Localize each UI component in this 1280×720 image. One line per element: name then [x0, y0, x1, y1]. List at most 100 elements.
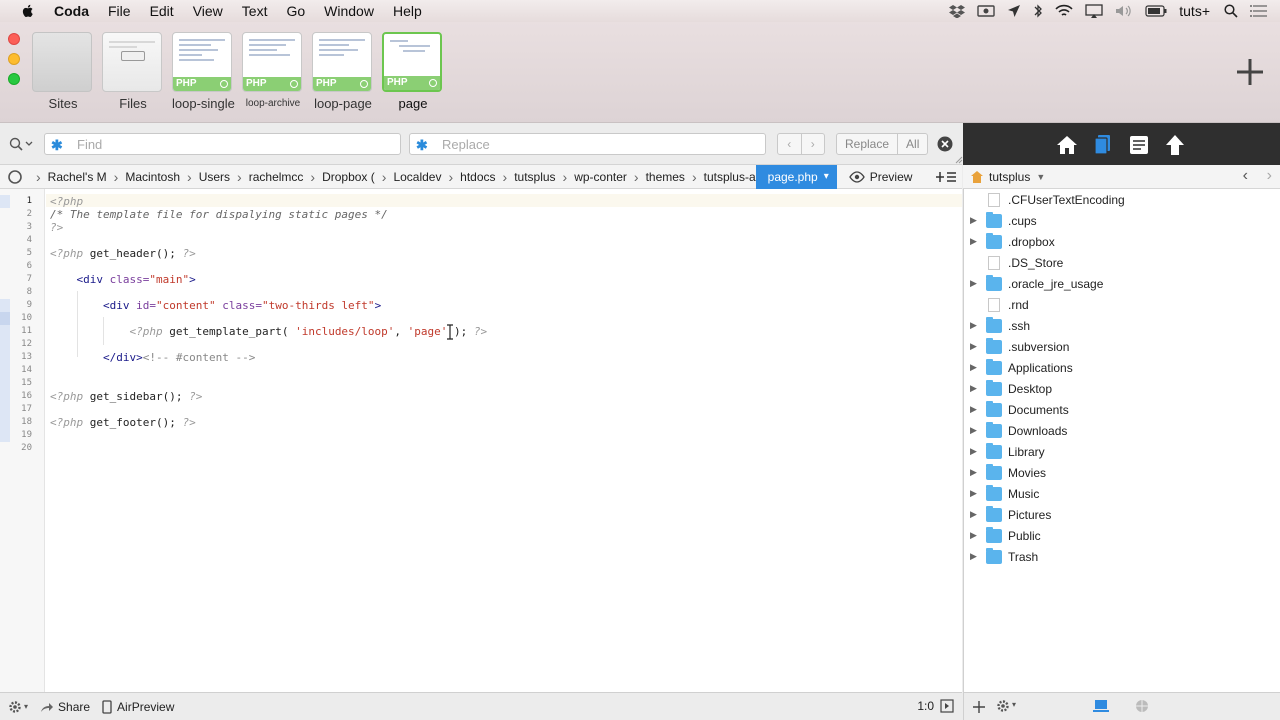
folder-dropdown-icon[interactable]: ▼	[1036, 172, 1045, 182]
tab-sites[interactable]: Sites	[32, 32, 94, 111]
replace-button[interactable]: Replace	[837, 134, 899, 154]
notification-center-icon[interactable]	[1250, 4, 1268, 18]
file-row[interactable]: .CFUserTextEncoding	[964, 189, 1280, 210]
replace-field[interactable]: ✱ Replace	[409, 133, 766, 155]
search-options-icon[interactable]	[9, 137, 35, 151]
folder-row[interactable]: ▶ Documents	[964, 399, 1280, 420]
add-tab-button[interactable]	[1234, 56, 1266, 88]
menu-help[interactable]: Help	[393, 3, 422, 19]
current-folder-label[interactable]: tutsplus	[989, 170, 1030, 184]
breadcrumb-item[interactable]: › tutsplus	[496, 169, 556, 185]
goto-line-icon[interactable]	[940, 699, 954, 713]
folder-row[interactable]: ▶ Movies	[964, 462, 1280, 483]
breadcrumb-item[interactable]: › Localdev	[375, 169, 442, 185]
breadcrumb-item[interactable]: › Users	[180, 169, 230, 185]
menu-window[interactable]: Window	[324, 3, 374, 19]
folder-row[interactable]: ▶ Pictures	[964, 504, 1280, 525]
breadcrumb-item[interactable]: › tutsplus-a	[685, 169, 756, 185]
window-zoom-button[interactable]	[8, 73, 20, 85]
user-name[interactable]: tuts+	[1179, 3, 1210, 19]
window-close-button[interactable]	[8, 33, 20, 45]
publish-icon[interactable]	[1163, 133, 1187, 157]
disclosure-triangle-icon[interactable]: ▶	[970, 320, 980, 331]
replace-all-button[interactable]: All	[898, 134, 927, 154]
breadcrumb-item[interactable]: › themes	[627, 169, 685, 185]
folder-row[interactable]: ▶ .ssh	[964, 315, 1280, 336]
disclosure-triangle-icon[interactable]: ▶	[970, 530, 980, 541]
gear-icon[interactable]	[996, 699, 1010, 713]
folder-row[interactable]: ▶ .dropbox	[964, 231, 1280, 252]
window-minimize-button[interactable]	[8, 53, 20, 65]
tab-page[interactable]: PHP page	[382, 32, 444, 111]
folder-row[interactable]: ▶ Library	[964, 441, 1280, 462]
file-row[interactable]: .DS_Store	[964, 252, 1280, 273]
menu-edit[interactable]: Edit	[150, 3, 174, 19]
screen-recording-icon[interactable]	[977, 4, 995, 18]
file-row[interactable]: .rnd	[964, 294, 1280, 315]
folder-row[interactable]: ▶ .subversion	[964, 336, 1280, 357]
find-field[interactable]: ✱ Find	[44, 133, 401, 155]
wifi-icon[interactable]	[1055, 4, 1073, 18]
preview-button[interactable]: Preview	[848, 170, 912, 184]
tab-files[interactable]: Files	[102, 32, 164, 111]
code-editor[interactable]: 1 2 3 4 5 6 7 8 9 10 11 12 13 14 15 16 1…	[0, 189, 962, 692]
forward-button[interactable]: ›	[1267, 167, 1272, 185]
tab-loop-page[interactable]: PHP loop-page	[312, 32, 374, 111]
tab-loop-archive[interactable]: PHP loop-archive	[242, 32, 304, 109]
clips-icon[interactable]	[1127, 133, 1151, 157]
disclosure-triangle-icon[interactable]: ▶	[970, 341, 980, 352]
breadcrumb-item[interactable]: › wp-conter	[556, 169, 627, 185]
home-icon[interactable]	[1055, 133, 1079, 157]
menu-text[interactable]: Text	[242, 3, 268, 19]
menu-go[interactable]: Go	[286, 3, 305, 19]
back-button[interactable]: ‹	[1243, 167, 1248, 185]
dropbox-icon[interactable]	[949, 4, 966, 18]
close-find-icon[interactable]	[937, 136, 953, 152]
files-icon[interactable]	[1091, 133, 1115, 157]
breadcrumb-item[interactable]: › htdocs	[441, 169, 495, 185]
menu-app-name[interactable]: Coda	[54, 3, 89, 19]
local-files-icon[interactable]	[1093, 699, 1109, 713]
split-handle-icon[interactable]	[955, 150, 963, 164]
airplay-icon[interactable]	[1085, 4, 1103, 18]
apple-icon[interactable]	[20, 3, 36, 19]
breadcrumb-item[interactable]: › Macintosh	[107, 169, 180, 185]
airpreview-button[interactable]: AirPreview	[102, 700, 174, 714]
disclosure-triangle-icon[interactable]: ▶	[970, 467, 980, 478]
breadcrumb-current-file[interactable]: page.php ▾	[755, 164, 837, 189]
folder-row[interactable]: ▶ Trash	[964, 546, 1280, 567]
folder-row[interactable]: ▶ .cups	[964, 210, 1280, 231]
spotlight-icon[interactable]	[1224, 4, 1238, 18]
find-previous-button[interactable]: ‹	[778, 134, 802, 154]
breadcrumb-item[interactable]: › rachelmcc	[230, 169, 303, 185]
bluetooth-icon[interactable]	[1033, 3, 1043, 19]
disclosure-triangle-icon[interactable]: ▶	[970, 551, 980, 562]
folder-row[interactable]: ▶ Public	[964, 525, 1280, 546]
folder-row[interactable]: ▶ .oracle_jre_usage	[964, 273, 1280, 294]
disclosure-triangle-icon[interactable]: ▶	[970, 362, 980, 373]
folder-row[interactable]: ▶ Desktop	[964, 378, 1280, 399]
site-circle-icon[interactable]	[7, 169, 23, 185]
replace-options-icon[interactable]: ✱	[416, 137, 428, 154]
disclosure-triangle-icon[interactable]: ▶	[970, 278, 980, 289]
settings-menu-button[interactable]: ▾	[8, 700, 28, 714]
disclosure-triangle-icon[interactable]: ▶	[970, 509, 980, 520]
breadcrumb-item[interactable]: › Dropbox (	[303, 169, 374, 185]
find-next-button[interactable]: ›	[802, 134, 825, 154]
battery-icon[interactable]	[1145, 5, 1167, 17]
location-icon[interactable]	[1007, 4, 1021, 18]
disclosure-triangle-icon[interactable]: ▶	[970, 425, 980, 436]
add-file-icon[interactable]	[972, 700, 986, 714]
disclosure-triangle-icon[interactable]: ▶	[970, 446, 980, 457]
add-split-icon[interactable]	[936, 169, 956, 185]
disclosure-triangle-icon[interactable]: ▶	[970, 488, 980, 499]
disclosure-triangle-icon[interactable]: ▶	[970, 236, 980, 247]
volume-icon[interactable]	[1115, 4, 1133, 18]
remote-files-icon[interactable]	[1134, 699, 1150, 713]
share-button[interactable]: Share	[40, 700, 90, 714]
menu-view[interactable]: View	[193, 3, 223, 19]
find-options-icon[interactable]: ✱	[51, 137, 63, 154]
disclosure-triangle-icon[interactable]: ▶	[970, 215, 980, 226]
disclosure-triangle-icon[interactable]: ▶	[970, 383, 980, 394]
folder-row[interactable]: ▶ Music	[964, 483, 1280, 504]
